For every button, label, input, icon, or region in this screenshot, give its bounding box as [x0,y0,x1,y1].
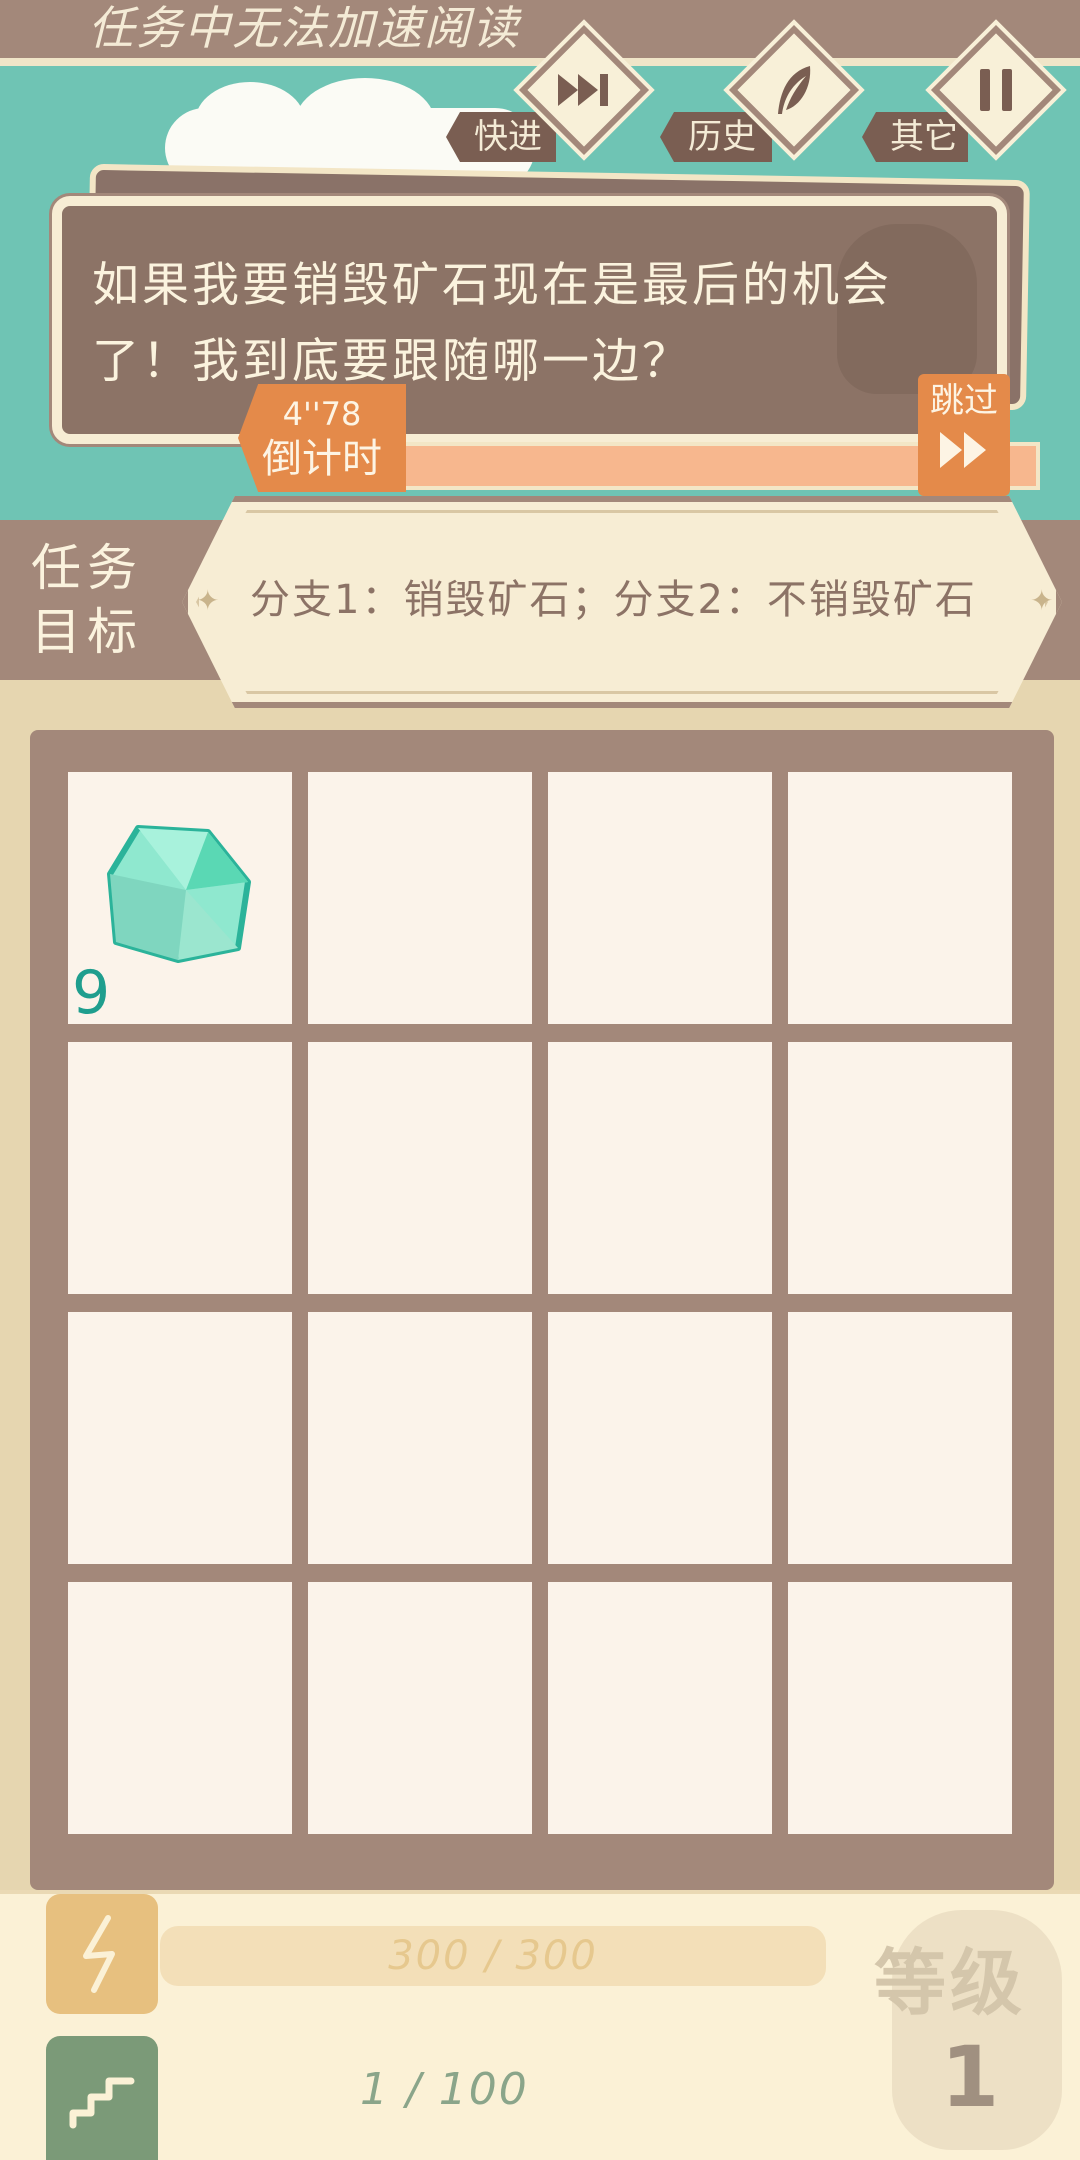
inventory-slot[interactable] [548,772,772,1024]
sparkle-icon: ✦ [1030,584,1054,617]
inventory-slot[interactable] [68,1042,292,1294]
inventory-slot[interactable] [548,1582,772,1834]
level-label: 等级 [873,1941,1026,2025]
dialog-box[interactable]: 如果我要销毁矿石现在是最后的机会了！我到底要跟随哪一边？ [52,196,1007,444]
other-button[interactable] [928,22,1062,162]
countdown-tag: 4''78 倒计时 [238,384,406,492]
inventory-slot[interactable] [68,1582,292,1834]
lightning-icon [46,1894,158,2014]
inventory-slot[interactable] [788,1312,1012,1564]
double-arrow-icon [918,428,1010,484]
inventory-slot[interactable] [308,1042,532,1294]
task-text: 分支1：销毁矿石；分支2：不销毁矿石 [250,577,977,623]
dialog-text: 如果我要销毁矿石现在是最后的机会了！我到底要跟随哪一边？ [92,258,892,389]
inventory-slot[interactable] [308,1312,532,1564]
skip-button[interactable]: 跳过 [918,374,1010,496]
task-title: 任务目标 [31,539,143,661]
inventory-slot[interactable] [548,1312,772,1564]
inventory-slot[interactable]: 9 [68,772,292,1028]
energy-bar: 300 / 300 [160,1926,826,1986]
inventory-slot[interactable] [308,1582,532,1834]
skip-label: 跳过 [930,381,998,421]
countdown-label: 倒计时 [262,436,382,482]
inventory-slot[interactable] [548,1042,772,1294]
progress-text: 1 / 100 [360,2064,529,2115]
countdown-value: 4''78 [282,395,362,433]
pause-icon [950,44,1042,136]
item-count: 9 [72,958,111,1028]
history-button[interactable] [726,22,860,162]
ore-icon [107,825,251,963]
inventory-slot[interactable] [308,772,532,1024]
inventory-slot[interactable] [788,1042,1012,1294]
level-value: 1 [940,2028,1000,2126]
inventory-slot[interactable] [788,772,1012,1024]
sparkle-icon: ✦ [196,584,220,617]
stairs-icon [46,2036,158,2160]
inventory-slot[interactable] [788,1582,1012,1834]
feather-icon [748,44,840,136]
fast-forward-icon [538,44,630,136]
inventory-slot[interactable] [68,1312,292,1564]
inventory-grid: 9 [68,772,1012,1838]
fast-forward-button[interactable] [516,22,650,162]
banner-text: 任务中无法加速阅读 [88,1,520,55]
